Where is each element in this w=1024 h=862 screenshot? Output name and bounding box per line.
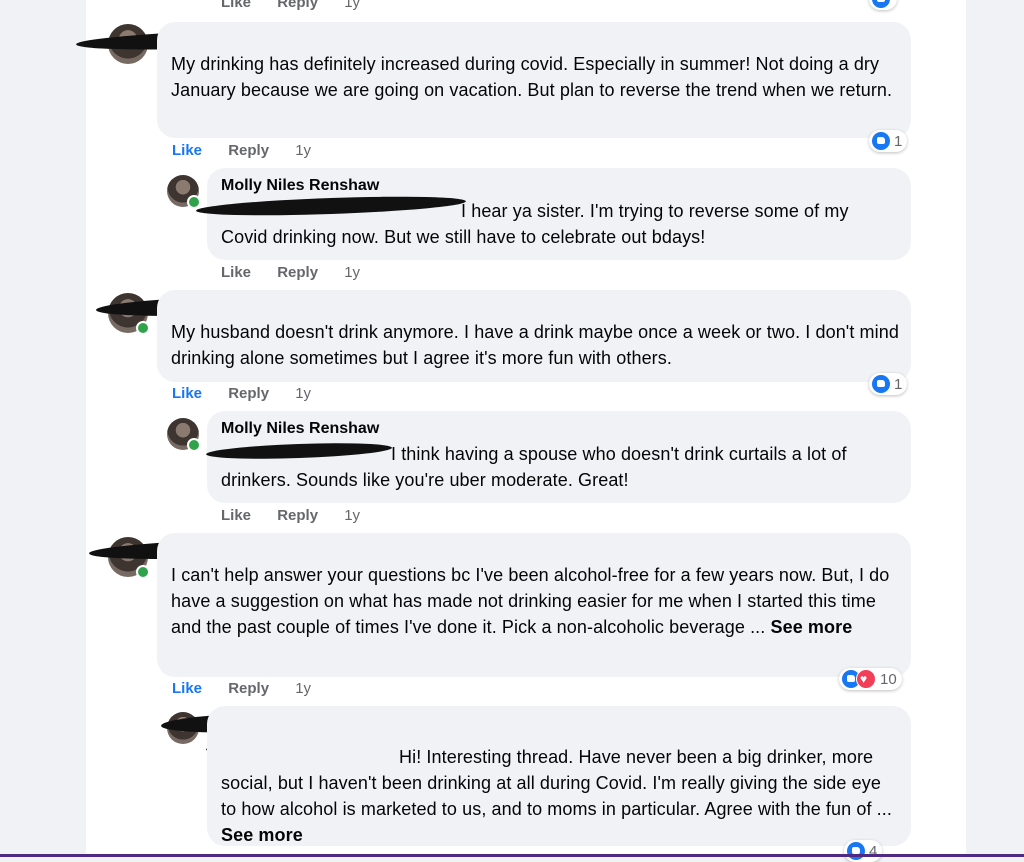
comment-actions: Like Reply 1y (172, 142, 333, 159)
like-button[interactable]: Like (221, 507, 251, 524)
comment-actions: Like Reply 1y (221, 507, 382, 524)
like-reaction-icon (872, 132, 890, 150)
comment-author[interactable]: Molly Niles Renshaw (221, 176, 899, 196)
comment-text: My husband doesn't drink anymore. I have… (171, 322, 899, 368)
reply-button[interactable]: Reply (277, 507, 318, 524)
comment-thread: Like Reply 1y My drinking has definitely… (75, 0, 966, 862)
timestamp: 1y (295, 385, 312, 402)
like-reaction-icon (872, 375, 890, 393)
reaction-badge-prev[interactable] (869, 0, 897, 10)
online-status-icon (136, 321, 150, 335)
reaction-count: 10 (880, 670, 897, 688)
like-button[interactable]: Like (172, 680, 202, 697)
comment-actions: Like Reply 1y (172, 385, 333, 402)
reaction-count: 1 (894, 375, 903, 393)
comment-body: Hi! Interesting thread. Have never been … (221, 747, 892, 819)
comment-bubble: I can't help answer your questions bc I'… (157, 533, 911, 677)
comment-actions: Like Reply 1y (172, 680, 333, 697)
reply-button[interactable]: Reply (228, 680, 269, 697)
timestamp: 1y (295, 680, 312, 697)
reaction-badge[interactable]: 10 (839, 668, 902, 690)
like-button[interactable]: Like (221, 0, 251, 11)
online-status-icon (187, 438, 201, 452)
timestamp: 1y (295, 142, 312, 159)
reply-button[interactable]: Reply (228, 385, 269, 402)
like-button[interactable]: Like (221, 264, 251, 281)
comment-actions-prev: Like Reply 1y (221, 0, 382, 11)
online-status-icon (136, 565, 150, 579)
reaction-badge[interactable]: 1 (869, 373, 908, 395)
see-more-link[interactable]: See more (221, 825, 303, 845)
avatar[interactable] (167, 418, 201, 452)
see-more-link[interactable]: See more (771, 617, 853, 637)
comment-bubble: My husband doesn't drink anymore. I have… (157, 290, 911, 382)
reaction-badge[interactable]: 4 (844, 840, 883, 862)
comment-text: I can't help answer your questions bc I'… (171, 562, 899, 640)
comment-bubble: My drinking has definitely increased dur… (157, 22, 911, 138)
comment-actions: Like Reply 1y (221, 264, 382, 281)
reply-bubble: Hi! Interesting thread. Have never been … (207, 706, 911, 846)
reply-button[interactable]: Reply (277, 264, 318, 281)
timestamp: 1y (344, 264, 361, 281)
like-button[interactable]: Like (172, 142, 202, 159)
like-button[interactable]: Like (172, 385, 202, 402)
love-reaction-icon (856, 669, 876, 689)
reply-button[interactable]: Reply (277, 0, 318, 11)
reaction-count: 1 (894, 132, 903, 150)
avatar[interactable] (167, 175, 201, 209)
timestamp: 1y (344, 507, 361, 524)
like-reaction-icon (847, 842, 865, 860)
comment-text: Hi! Interesting thread. Have never been … (221, 744, 899, 848)
comment-author[interactable]: Molly Niles Renshaw (221, 419, 899, 439)
reaction-badge[interactable]: 1 (869, 130, 908, 152)
reply-button[interactable]: Reply (228, 142, 269, 159)
comment-text: My drinking has definitely increased dur… (171, 54, 893, 100)
online-status-icon (187, 195, 201, 209)
timestamp: 1y (344, 0, 361, 11)
like-reaction-icon (872, 0, 890, 8)
